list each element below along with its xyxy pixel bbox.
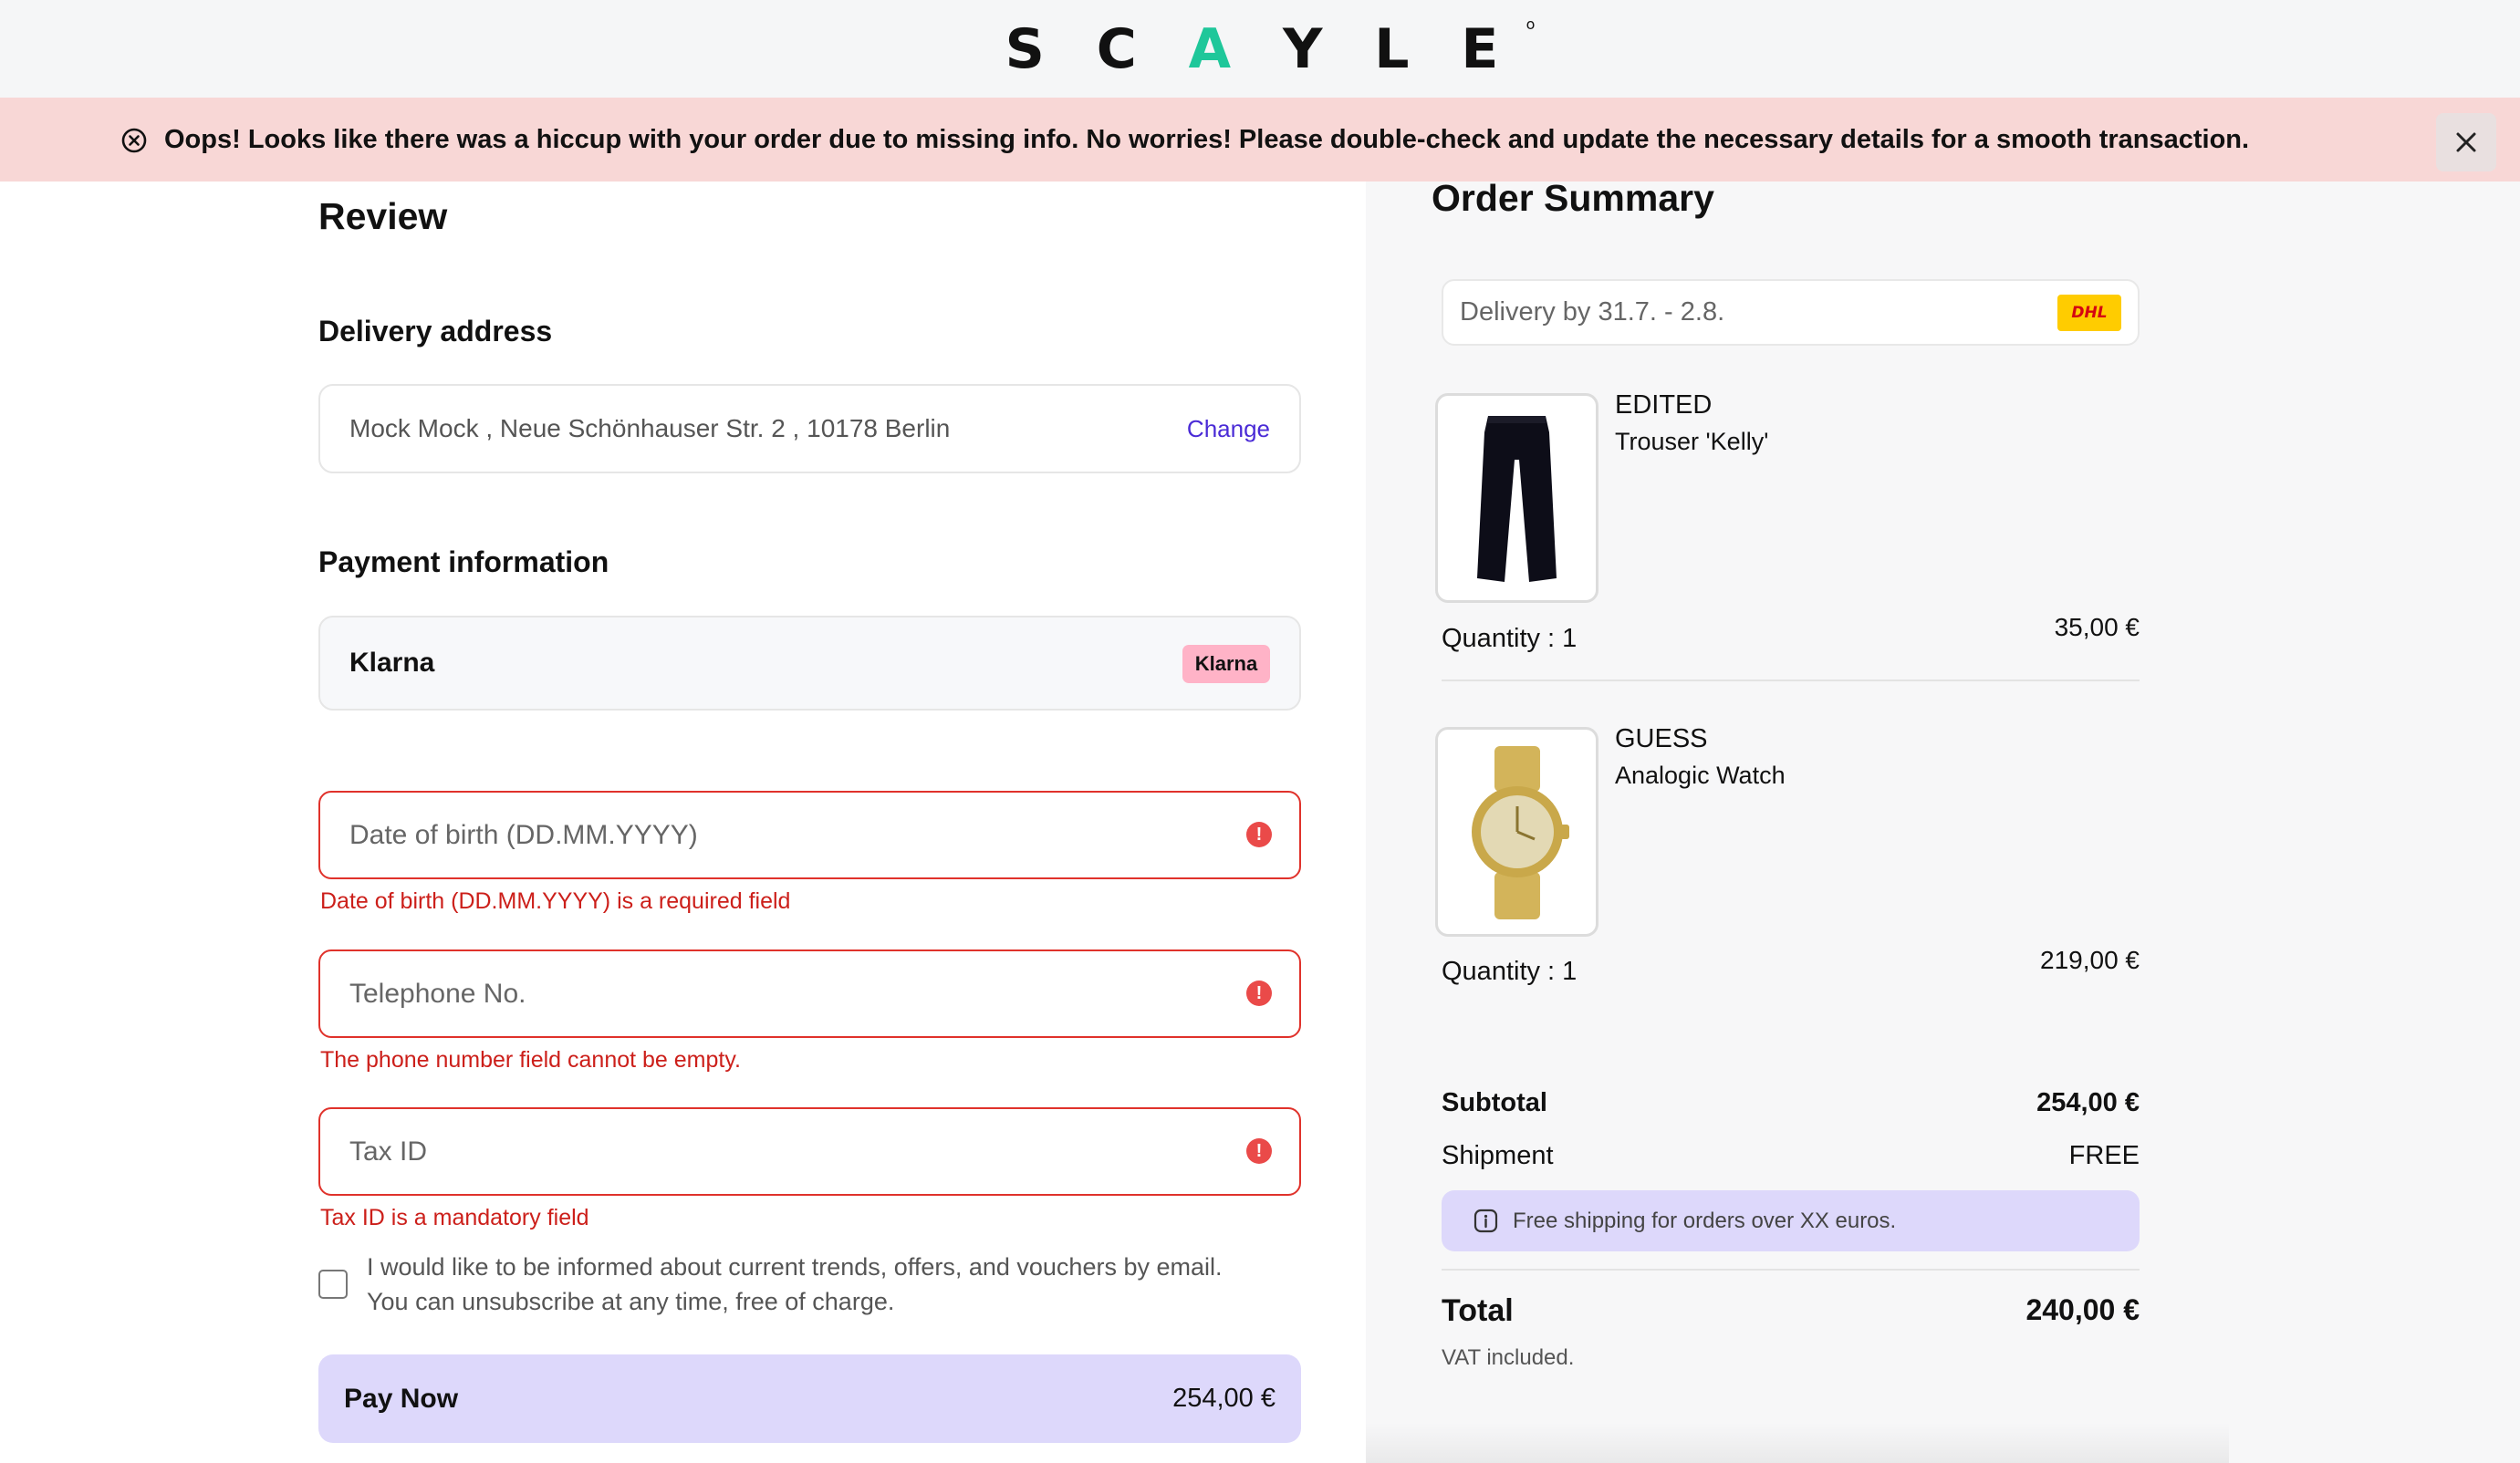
error-banner: Oops! Looks like there was a hiccup with… [0, 98, 2520, 182]
change-address-link[interactable]: Change [1187, 386, 1270, 472]
totals-divider [1442, 1269, 2140, 1271]
date-of-birth-error: Date of birth (DD.MM.YYYY) is a required… [320, 888, 791, 914]
page-title: Review [318, 195, 448, 237]
subtotal-label: Subtotal [1442, 1088, 1547, 1117]
product-image-watch[interactable] [1435, 727, 1598, 937]
close-icon [2456, 132, 2476, 152]
telephone-field[interactable]: Telephone No. ! [318, 949, 1301, 1038]
tax-id-error: Tax ID is a mandatory field [320, 1205, 589, 1230]
x-circle-icon [121, 128, 147, 153]
total-label: Total [1442, 1293, 1514, 1328]
tax-id-placeholder: Tax ID [349, 1136, 428, 1167]
shipment-value: FREE [2068, 1141, 2140, 1170]
delivery-estimate-text: Delivery by 31.7. - 2.8. [1460, 297, 1725, 327]
product-quantity: Quantity : 1 [1442, 957, 1578, 986]
subtotal-value: 254,00 € [2036, 1088, 2140, 1117]
order-summary-title: Order Summary [1432, 177, 1714, 219]
error-banner-message: Oops! Looks like there was a hiccup with… [164, 125, 2250, 154]
tax-id-field[interactable]: Tax ID ! [318, 1107, 1301, 1196]
total-value: 240,00 € [2025, 1293, 2140, 1326]
banner-close-button[interactable] [2436, 113, 2496, 171]
vat-note: VAT included. [1442, 1345, 1575, 1370]
error-icon: ! [1246, 981, 1272, 1006]
error-icon: ! [1246, 822, 1272, 847]
delivery-address-card: Mock Mock , Neue Schönhauser Str. 2 , 10… [318, 384, 1301, 473]
klarna-logo: Klarna [1182, 645, 1270, 683]
product-name[interactable]: Trouser 'Kelly' [1615, 428, 1768, 456]
newsletter-consent-text: I would like to be informed about curren… [367, 1250, 1297, 1319]
product-price: 35,00 € [2054, 613, 2140, 641]
product-brand: GUESS [1615, 724, 1708, 753]
free-shipping-notice: Free shipping for orders over XX euros. [1442, 1190, 2140, 1251]
delivery-estimate-card: Delivery by 31.7. - 2.8. DHL [1442, 279, 2140, 346]
item-divider [1442, 680, 2140, 681]
payment-method-card[interactable]: Klarna Klarna [318, 616, 1301, 711]
product-name[interactable]: Analogic Watch [1615, 762, 1786, 790]
pay-now-label: Pay Now [344, 1384, 459, 1414]
product-price: 219,00 € [2040, 946, 2140, 974]
pay-now-amount: 254,00 € [1172, 1384, 1276, 1413]
newsletter-consent-line-1: I would like to be informed about curren… [367, 1253, 1223, 1281]
newsletter-checkbox[interactable] [318, 1270, 348, 1299]
telephone-placeholder: Telephone No. [349, 979, 526, 1009]
payment-method-label: Klarna [349, 648, 435, 678]
pay-now-button[interactable]: Pay Now 254,00 € [318, 1354, 1301, 1443]
newsletter-consent-line-2: You can unsubscribe at any time, free of… [367, 1288, 895, 1315]
info-icon [1473, 1209, 1498, 1233]
scayle-logo[interactable]: S C A Y L Eo [1005, 16, 1536, 81]
date-of-birth-field[interactable]: Date of birth (DD.MM.YYYY) ! [318, 791, 1301, 879]
product-image-trouser[interactable] [1435, 393, 1598, 603]
product-brand: EDITED [1615, 390, 1713, 420]
product-quantity: Quantity : 1 [1442, 624, 1578, 653]
error-icon: ! [1246, 1138, 1272, 1164]
free-shipping-text: Free shipping for orders over XX euros. [1513, 1209, 1897, 1233]
telephone-error: The phone number field cannot be empty. [320, 1047, 741, 1073]
trouser-image [1477, 416, 1557, 582]
shipment-label: Shipment [1442, 1141, 1554, 1170]
date-of-birth-placeholder: Date of birth (DD.MM.YYYY) [349, 820, 698, 850]
payment-information-heading: Payment information [318, 545, 609, 578]
watch-image [1472, 746, 1569, 919]
header: S C A Y L Eo [0, 0, 2520, 98]
summary-panel-shadow [1366, 1423, 2229, 1463]
delivery-address-heading: Delivery address [318, 315, 553, 348]
delivery-address-text: Mock Mock , Neue Schönhauser Str. 2 , 10… [349, 414, 951, 442]
dhl-logo: DHL [2057, 295, 2121, 331]
